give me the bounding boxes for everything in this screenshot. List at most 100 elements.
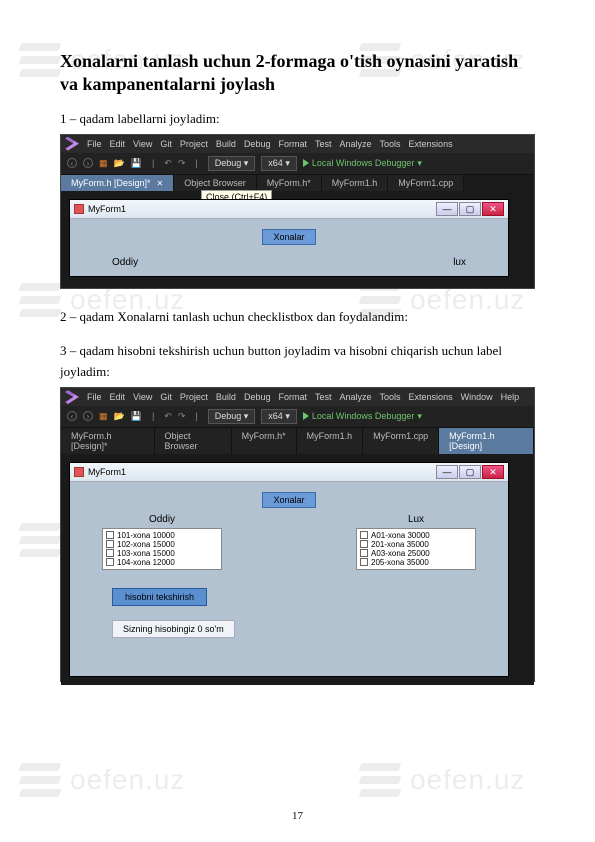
tab-formh[interactable]: MyForm.h*	[257, 175, 322, 191]
minimize-button[interactable]: —	[436, 202, 458, 216]
redo-icon[interactable]: ↷	[178, 158, 186, 169]
list-item[interactable]: 201-xona 35000	[359, 540, 473, 549]
lux-label: lux	[453, 257, 466, 268]
platform-select[interactable]: x64 ▾	[261, 409, 297, 424]
menu-git[interactable]: Git	[160, 392, 172, 402]
new-icon[interactable]: ▦	[99, 158, 108, 169]
xonalar-button[interactable]: Xonalar	[262, 229, 315, 245]
list-item[interactable]: 102-xona 15000	[105, 540, 219, 549]
xonalar-button[interactable]: Xonalar	[262, 492, 315, 508]
nav-back-icon[interactable]: ‹	[67, 411, 77, 421]
tab-form1h[interactable]: MyForm1.h	[297, 428, 364, 454]
menu-git[interactable]: Git	[160, 139, 172, 149]
tab-designer[interactable]: MyForm.h [Design]*✕	[61, 175, 174, 191]
menu-file[interactable]: File	[87, 392, 102, 402]
page-title: Xonalarni tanlash uchun 2-formaga o'tish…	[60, 50, 535, 97]
checkbox-icon[interactable]	[106, 558, 114, 566]
tab-designer[interactable]: MyForm.h [Design]*	[61, 428, 155, 454]
close-icon[interactable]: ✕	[157, 179, 164, 188]
checkbox-icon[interactable]	[106, 531, 114, 539]
checkbox-icon[interactable]	[360, 540, 368, 548]
close-button[interactable]: ✕	[482, 202, 504, 216]
checkbox-icon[interactable]	[360, 549, 368, 557]
vs-logo-icon	[65, 390, 79, 404]
checkbox-icon[interactable]	[360, 558, 368, 566]
menu-debug[interactable]: Debug	[244, 392, 271, 402]
checkbox-icon[interactable]	[360, 531, 368, 539]
menu-format[interactable]: Format	[278, 392, 307, 402]
menu-tools[interactable]: Tools	[380, 392, 401, 402]
platform-select[interactable]: x64 ▾	[261, 156, 297, 171]
menu-project[interactable]: Project	[180, 392, 208, 402]
menu-debug[interactable]: Debug	[244, 139, 271, 149]
menu-window[interactable]: Window	[461, 392, 493, 402]
list-item[interactable]: 104-xona 12000	[105, 558, 219, 567]
menu-format[interactable]: Format	[278, 139, 307, 149]
nav-forward-icon[interactable]: ›	[83, 411, 93, 421]
checkbox-icon[interactable]	[106, 549, 114, 557]
tab-formh[interactable]: MyForm.h*	[232, 428, 297, 454]
checkbox-icon[interactable]	[106, 540, 114, 548]
vs-tabs: MyForm.h [Design]*✕ Object Browser MyFor…	[61, 175, 534, 191]
menu-build[interactable]: Build	[216, 392, 236, 402]
config-select[interactable]: Debug ▾	[208, 156, 256, 171]
menu-view[interactable]: View	[133, 392, 152, 402]
menu-test[interactable]: Test	[315, 139, 332, 149]
vs-menubar: File Edit View Git Project Build Debug F…	[61, 135, 534, 153]
tab-objbrowser[interactable]: Object Browser	[174, 175, 257, 191]
list-item[interactable]: 205-xona 35000	[359, 558, 473, 567]
menu-edit[interactable]: Edit	[110, 392, 126, 402]
total-label: Sizning hisobingiz 0 so'm	[112, 620, 235, 638]
form-title: MyForm1	[88, 204, 126, 214]
minimize-button[interactable]: —	[436, 465, 458, 479]
undo-icon[interactable]: ↶	[164, 411, 172, 422]
undo-icon[interactable]: ↶	[164, 158, 172, 169]
oddiy-label: Oddiy	[102, 514, 222, 525]
open-icon[interactable]: 📂	[114, 411, 125, 422]
menu-project[interactable]: Project	[180, 139, 208, 149]
maximize-button[interactable]: ▢	[459, 465, 481, 479]
new-icon[interactable]: ▦	[99, 411, 108, 422]
menu-test[interactable]: Test	[315, 392, 332, 402]
list-item[interactable]: 101-xona 10000	[105, 531, 219, 540]
menu-help[interactable]: Help	[501, 392, 520, 402]
menu-extensions[interactable]: Extensions	[409, 392, 453, 402]
menu-analyze[interactable]: Analyze	[340, 139, 372, 149]
run-button[interactable]: Local Windows Debugger ▾	[303, 411, 422, 422]
tab-form1cpp[interactable]: MyForm1.cpp	[388, 175, 464, 191]
tab-form1h[interactable]: MyForm1.h	[322, 175, 389, 191]
maximize-button[interactable]: ▢	[459, 202, 481, 216]
menu-view[interactable]: View	[133, 139, 152, 149]
oddiy-checklist[interactable]: 101-xona 10000 102-xona 15000 103-xona 1…	[102, 528, 222, 570]
lux-checklist[interactable]: A01-xona 30000 201-xona 35000 A03-xona 2…	[356, 528, 476, 570]
menu-edit[interactable]: Edit	[110, 139, 126, 149]
redo-icon[interactable]: ↷	[178, 411, 186, 422]
designer-form: MyForm1 — ▢ ✕ Xonalar Oddiy lux	[69, 199, 509, 277]
vs-screenshot-2: File Edit View Git Project Build Debug F…	[60, 387, 535, 682]
menu-file[interactable]: File	[87, 139, 102, 149]
tab-form1cpp[interactable]: MyForm1.cpp	[363, 428, 439, 454]
lux-label: Lux	[356, 514, 476, 525]
nav-forward-icon[interactable]: ›	[83, 158, 93, 168]
nav-back-icon[interactable]: ‹	[67, 158, 77, 168]
menu-tools[interactable]: Tools	[380, 139, 401, 149]
vs-toolbar-2: ‹ › ▦ 📂 💾 | ↶ ↷ | Debug ▾ x64 ▾ Local Wi…	[61, 406, 534, 428]
run-button[interactable]: Local Windows Debugger ▾	[303, 158, 422, 169]
list-item[interactable]: A03-xona 25000	[359, 549, 473, 558]
tab-form1design[interactable]: MyForm1.h [Design]	[439, 428, 534, 454]
save-icon[interactable]: 💾	[131, 158, 142, 169]
list-item[interactable]: 103-xona 15000	[105, 549, 219, 558]
vs-toolbar: ‹ › ▦ 📂 💾 | ↶ ↷ | Debug ▾ x64 ▾ Local Wi…	[61, 153, 534, 175]
menu-extensions[interactable]: Extensions	[409, 139, 453, 149]
list-item[interactable]: A01-xona 30000	[359, 531, 473, 540]
close-button[interactable]: ✕	[482, 465, 504, 479]
save-icon[interactable]: 💾	[131, 411, 142, 422]
calculate-button[interactable]: hisobni tekshirish	[112, 588, 207, 606]
menu-analyze[interactable]: Analyze	[340, 392, 372, 402]
tab-objbrowser[interactable]: Object Browser	[155, 428, 232, 454]
open-icon[interactable]: 📂	[114, 158, 125, 169]
config-select[interactable]: Debug ▾	[208, 409, 256, 424]
play-icon	[303, 412, 309, 420]
vs-menubar-2: File Edit View Git Project Build Debug F…	[61, 388, 534, 406]
menu-build[interactable]: Build	[216, 139, 236, 149]
